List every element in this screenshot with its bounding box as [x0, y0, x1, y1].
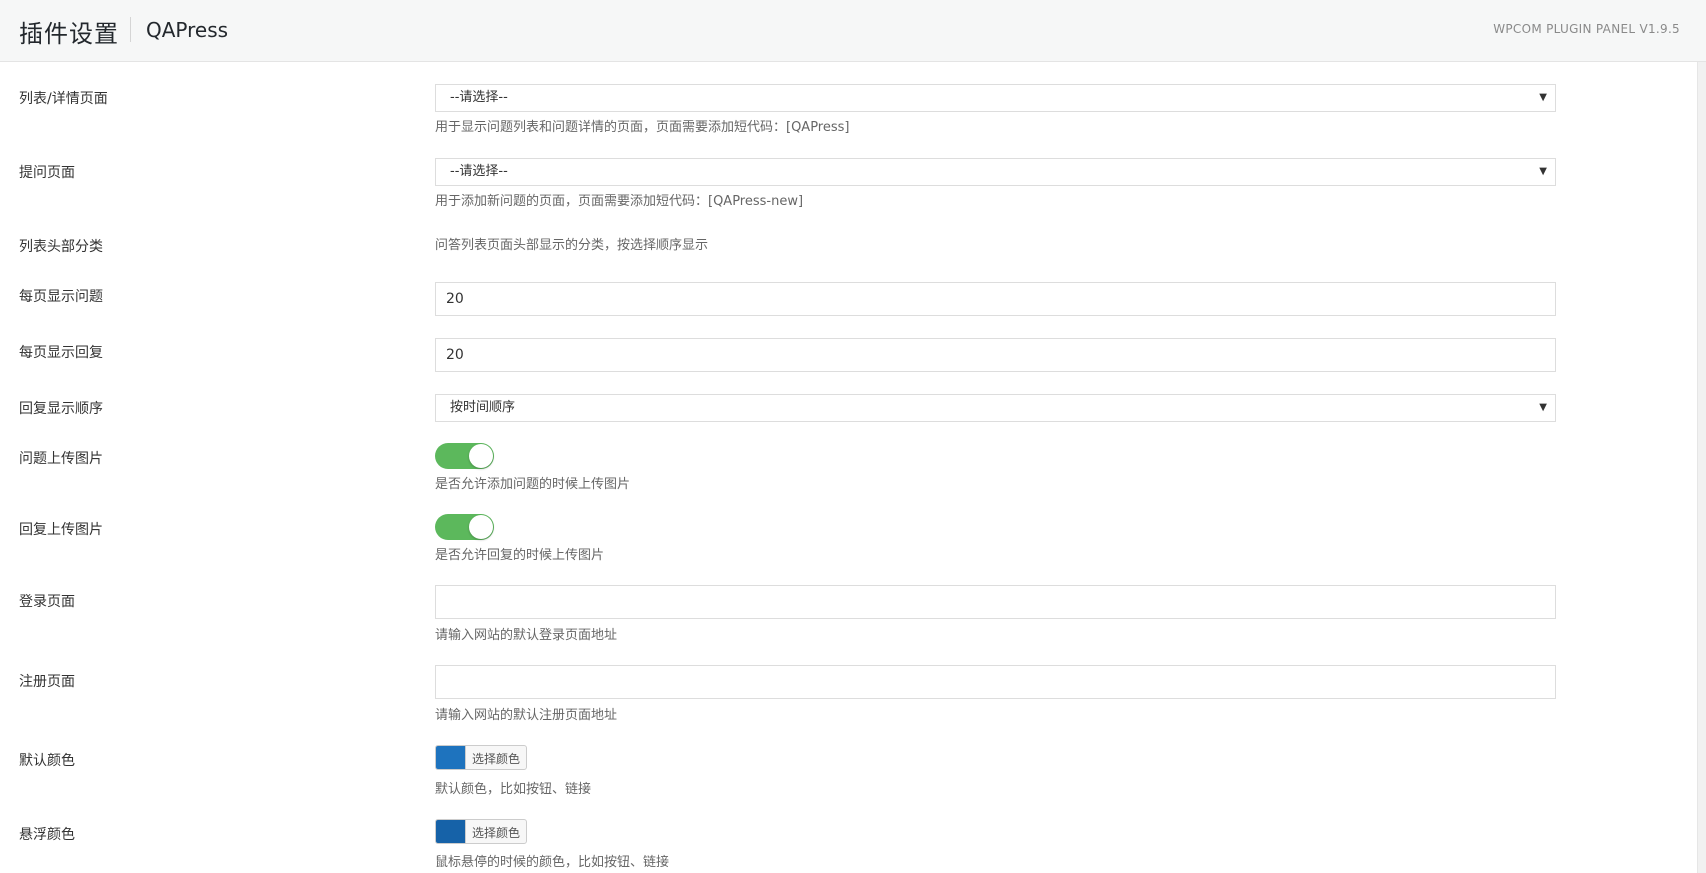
- default-color-swatch: [436, 746, 466, 769]
- hover-color-picker-button[interactable]: 选择颜色: [435, 819, 527, 844]
- default-color-desc: 默认颜色，比如按钮、链接: [435, 782, 592, 797]
- ask-page-label: 提问页面: [19, 165, 75, 181]
- per-page-questions-label: 每页显示问题: [19, 289, 103, 305]
- plugin-version: WPCOM PLUGIN PANEL V1.9.5: [1493, 22, 1680, 36]
- title-divider: [130, 17, 131, 42]
- login-page-input[interactable]: [435, 585, 1556, 619]
- scrollbar[interactable]: [1697, 62, 1706, 873]
- list-page-select[interactable]: --请选择-- ▼: [435, 84, 1556, 112]
- per-page-questions-value: 20: [446, 291, 464, 307]
- chevron-down-icon: ▼: [1539, 92, 1547, 103]
- hover-color-picker-label: 选择颜色: [472, 826, 521, 840]
- ask-page-desc: 用于添加新问题的页面，页面需要添加短代码：[QAPress-new]: [435, 194, 804, 209]
- question-upload-desc: 是否允许添加问题的时候上传图片: [435, 477, 631, 492]
- list-cats-label: 列表头部分类: [19, 239, 103, 255]
- ask-page-select[interactable]: --请选择-- ▼: [435, 158, 1556, 186]
- page-title: 插件设置: [19, 20, 119, 48]
- per-page-replies-input[interactable]: 20: [435, 338, 1556, 372]
- question-upload-toggle[interactable]: [435, 443, 494, 469]
- toggle-knob: [469, 515, 493, 539]
- register-page-input[interactable]: [435, 665, 1556, 699]
- list-cats-desc: 问答列表页面头部显示的分类，按选择顺序显示: [435, 238, 709, 253]
- reply-upload-desc: 是否允许回复的时候上传图片: [435, 548, 605, 563]
- per-page-replies-label: 每页显示回复: [19, 345, 103, 361]
- reply-order-select[interactable]: 按时间顺序 ▼: [435, 394, 1556, 422]
- page-header: 插件设置 QAPress WPCOM PLUGIN PANEL V1.9.5: [0, 0, 1706, 62]
- hover-color-swatch: [436, 820, 466, 843]
- default-color-picker-button[interactable]: 选择颜色: [435, 745, 527, 770]
- register-page-label: 注册页面: [19, 674, 75, 690]
- register-page-desc: 请输入网站的默认注册页面地址: [435, 708, 618, 723]
- list-page-desc: 用于显示问题列表和问题详情的页面，页面需要添加短代码：[QAPress]: [435, 120, 850, 135]
- reply-upload-label: 回复上传图片: [19, 522, 103, 538]
- list-page-select-value: --请选择--: [450, 90, 508, 105]
- plugin-name: QAPress: [146, 18, 229, 42]
- reply-order-label: 回复显示顺序: [19, 401, 103, 417]
- login-page-desc: 请输入网站的默认登录页面地址: [435, 628, 618, 643]
- question-upload-label: 问题上传图片: [19, 451, 103, 467]
- chevron-down-icon: ▼: [1539, 402, 1547, 413]
- login-page-label: 登录页面: [19, 594, 75, 610]
- list-page-label: 列表/详情页面: [19, 91, 108, 107]
- reply-upload-toggle[interactable]: [435, 514, 494, 540]
- default-color-label: 默认颜色: [19, 753, 75, 769]
- hover-color-label: 悬浮颜色: [19, 827, 75, 843]
- per-page-replies-value: 20: [446, 347, 464, 363]
- chevron-down-icon: ▼: [1539, 166, 1547, 177]
- default-color-picker-label: 选择颜色: [472, 752, 521, 766]
- hover-color-desc: 鼠标悬停的时候的颜色，比如按钮、链接: [435, 855, 670, 870]
- reply-order-select-value: 按时间顺序: [450, 400, 516, 415]
- toggle-knob: [469, 444, 493, 468]
- per-page-questions-input[interactable]: 20: [435, 282, 1556, 316]
- ask-page-select-value: --请选择--: [450, 164, 508, 179]
